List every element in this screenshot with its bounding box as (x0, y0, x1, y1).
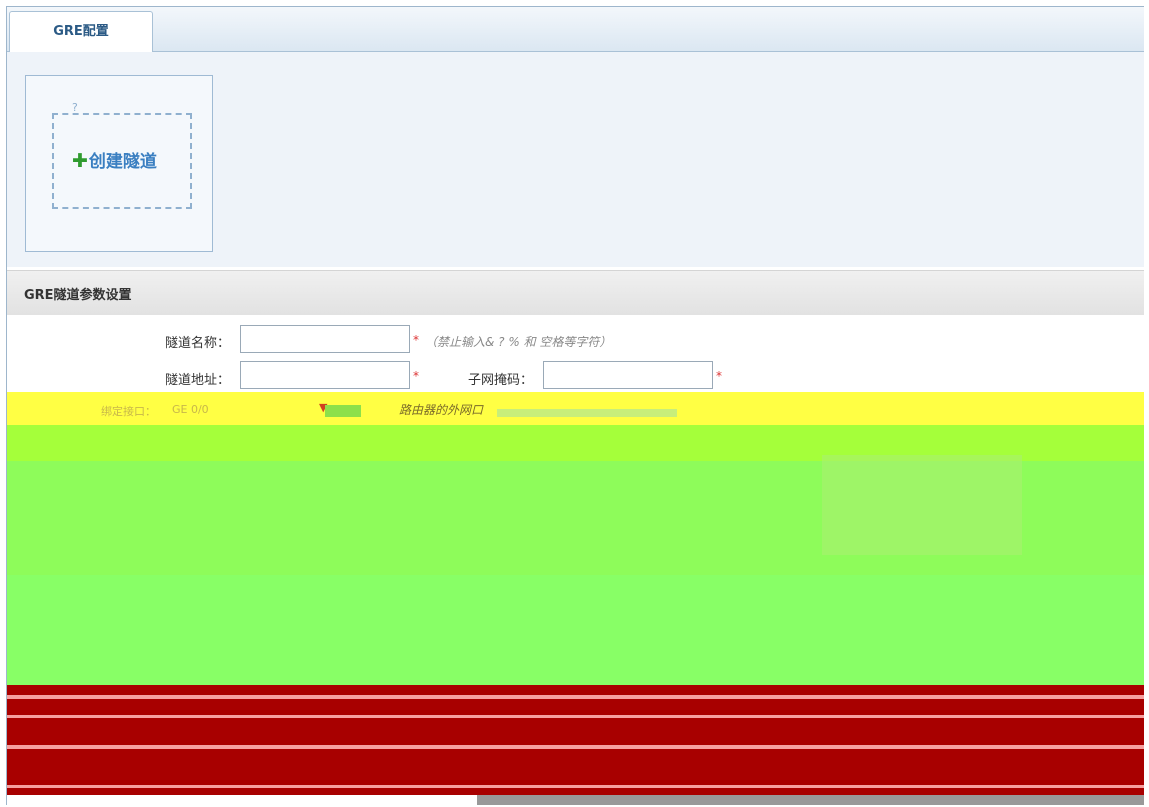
glitch-stripe (7, 785, 1144, 788)
glitch-fragment (822, 455, 1022, 555)
tab-gre-config[interactable]: GRE配置 (9, 11, 153, 53)
tunnel-address-input[interactable] (240, 361, 410, 389)
glitch-fragment (325, 405, 361, 417)
glitch-fragment (477, 795, 1144, 805)
create-panel: ? ✚创建隧道 (7, 52, 1144, 267)
glitch-stripe (7, 745, 1144, 749)
bind-interface-value: GE 0/0 (172, 403, 209, 416)
glitch-stripe (7, 715, 1144, 718)
bind-interface-hint: 路由器的外网口 (399, 403, 484, 417)
glitch-band-green-lower (7, 575, 1144, 685)
glitch-band-red (7, 685, 1144, 795)
glitch-fragment (497, 409, 677, 417)
required-mark: * (413, 369, 419, 383)
tunnel-name-input[interactable] (240, 325, 410, 353)
help-marker: ? (72, 101, 78, 114)
tunnel-address-label: 隧道地址： (165, 373, 231, 388)
gre-form: 隧道名称： * （禁止输入& ? % 和 空格等字符） 隧道地址： * 子网掩码… (7, 315, 1144, 805)
subnet-mask-input[interactable] (543, 361, 713, 389)
tunnel-name-label: 隧道名称： (165, 336, 231, 351)
create-tunnel-button[interactable]: ✚创建隧道 (72, 147, 157, 172)
section-header: GRE隧道参数设置 (7, 270, 1144, 315)
tunnel-name-hint: （禁止输入& ? % 和 空格等字符） (425, 335, 612, 349)
create-tunnel-card[interactable]: ? ✚创建隧道 (25, 75, 213, 252)
tab-bar: GRE配置 (7, 7, 1144, 53)
create-tunnel-label: 创建隧道 (88, 152, 157, 172)
subnet-mask-label: 子网掩码： (468, 373, 534, 388)
required-mark: * (716, 369, 722, 383)
create-tunnel-dropzone[interactable]: ? ✚创建隧道 (52, 101, 192, 209)
page-frame: GRE配置 ? ✚创建隧道 GRE隧道参数设置 隧道名称： * （禁止输入& ?… (6, 6, 1144, 805)
glitch-stripe (7, 695, 1144, 699)
plus-icon: ✚ (72, 150, 88, 172)
required-mark: * (413, 333, 419, 347)
section-title: GRE隧道参数设置 (24, 288, 132, 303)
bind-interface-label: 绑定接口： (101, 405, 156, 418)
